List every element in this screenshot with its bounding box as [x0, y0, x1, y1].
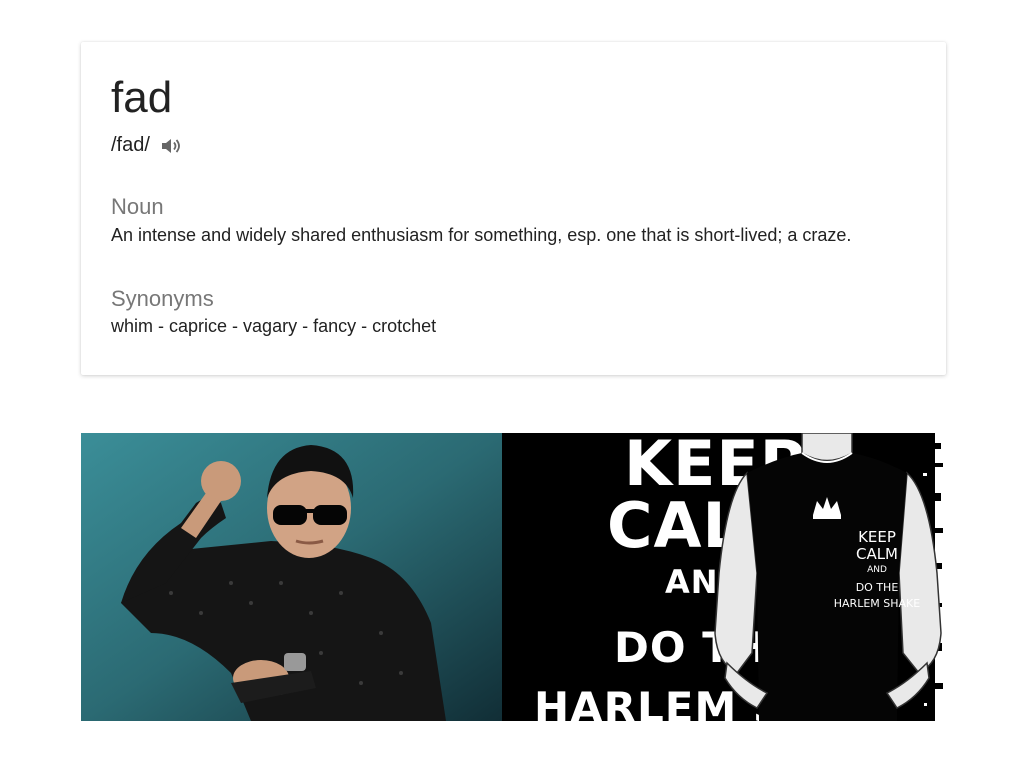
shirt-line-1: KEEP — [858, 528, 896, 546]
synonym[interactable]: vagary — [243, 316, 297, 336]
shirt-line-3: AND — [867, 565, 887, 575]
definition-text: An intense and widely shared enthusiasm … — [111, 225, 852, 245]
dancer-illustration — [81, 433, 502, 721]
dictionary-card: fad /fad/ Noun An intense and widely sha… — [81, 42, 946, 375]
synonym[interactable]: crotchet — [372, 316, 436, 336]
shirt-line-2: CALM — [855, 545, 899, 563]
synonym[interactable]: fancy — [313, 316, 356, 336]
speaker-icon[interactable] — [160, 136, 184, 156]
slide: fad /fad/ Noun An intense and widely sha… — [0, 0, 1024, 768]
part-of-speech: Noun — [111, 194, 164, 219]
pronunciation: /fad/ — [111, 134, 150, 156]
shirt-line-4: DO THE — [855, 581, 899, 594]
synonyms-list: whim - caprice - vagary - fancy - crotch… — [111, 316, 437, 336]
synonym[interactable]: caprice — [169, 316, 227, 336]
tshirt-illustration — [714, 433, 942, 721]
synonyms-label: Synonyms — [111, 286, 214, 311]
keep-calm-poster: KEEP CAL AN DO TH HARLEM S KEEP CALM AND… — [502, 433, 959, 721]
dancer-photo — [81, 433, 502, 721]
shirt-line-5: HARLEM SHAKE — [833, 597, 921, 610]
word-heading: fad — [111, 73, 173, 122]
image-strip: KEEP CAL AN DO TH HARLEM S KEEP CALM AND… — [81, 433, 959, 721]
pronunciation-row: /fad/ — [111, 134, 184, 157]
synonym[interactable]: whim — [111, 316, 153, 336]
